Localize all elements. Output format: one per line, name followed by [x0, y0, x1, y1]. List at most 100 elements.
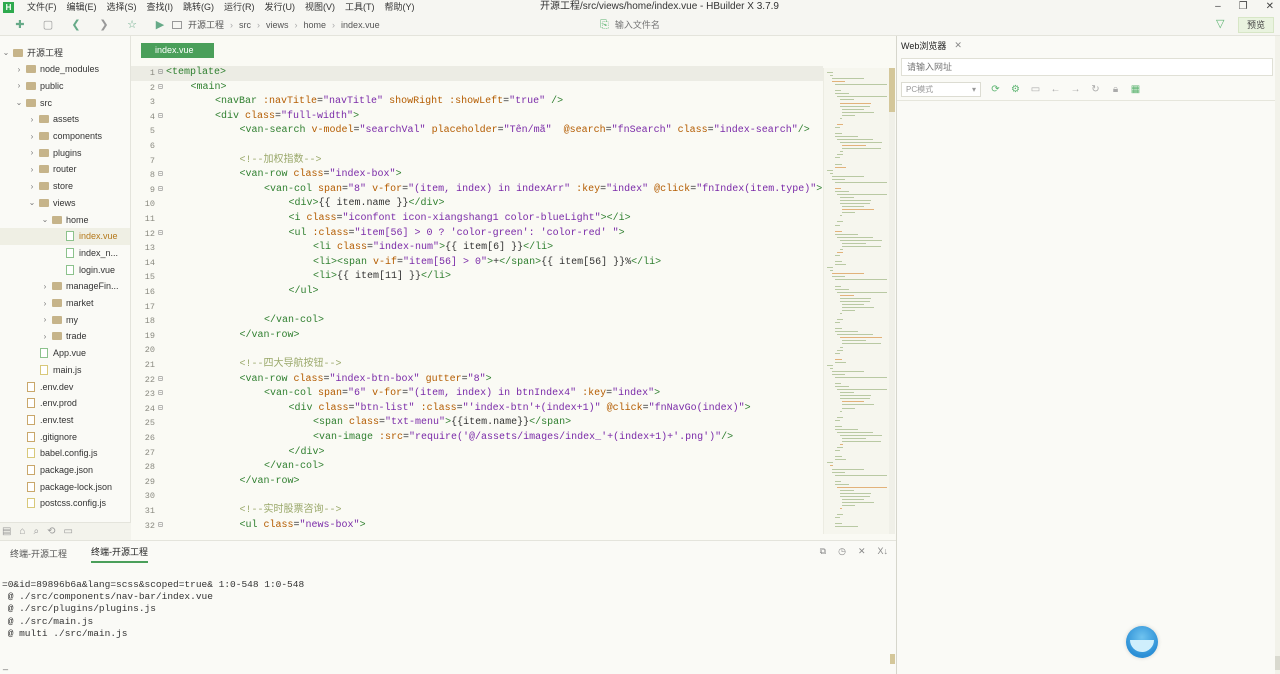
tree-item[interactable]: › trade [0, 328, 130, 345]
trash-icon[interactable]: ⌂ [19, 526, 25, 537]
menu-item[interactable]: 文件(F) [22, 1, 62, 13]
chevron-right-icon[interactable]: › [41, 315, 49, 324]
editor-scroll-thumb[interactable] [889, 68, 895, 112]
chevron-down-icon[interactable]: ⌄ [28, 198, 36, 207]
chevron-right-icon[interactable]: › [15, 81, 23, 90]
breadcrumb-item[interactable]: 开源工程 [188, 18, 224, 31]
code-line[interactable]: 6 [131, 139, 823, 154]
chevron-right-icon[interactable]: › [28, 148, 36, 157]
maximize-terminal-icon[interactable]: ⧉ [820, 546, 826, 557]
code-line[interactable]: 27 </div> [131, 446, 823, 461]
code-line[interactable]: 31 <!--实时股票咨询--> [131, 504, 823, 519]
tree-item[interactable]: ⌄ 开源工程 [0, 44, 130, 61]
search-icon[interactable]: ⌕ [34, 526, 40, 537]
forward-arrow-icon[interactable]: ❯ [96, 17, 112, 33]
code-line[interactable]: 16 </ul> [131, 285, 823, 300]
device-mode-select[interactable]: PC模式 ▾ [901, 81, 981, 97]
tree-item[interactable]: babel.config.js [0, 445, 130, 462]
run-icon[interactable]: ▶ [152, 17, 168, 33]
tree-item[interactable]: .gitignore [0, 428, 130, 445]
terminal-prompt[interactable]: _ [3, 660, 8, 670]
preview-button[interactable]: 预览 [1238, 17, 1275, 33]
tree-item[interactable]: .env.test [0, 411, 130, 428]
code-line[interactable]: 18 </van-col> [131, 314, 823, 329]
breadcrumb-item[interactable]: index.vue [341, 20, 380, 30]
code-line[interactable]: 17 [131, 300, 823, 315]
tree-item[interactable]: › market [0, 295, 130, 312]
chevron-right-icon[interactable]: › [28, 165, 36, 174]
menu-item[interactable]: 视图(V) [300, 1, 340, 13]
menu-item[interactable]: 工具(T) [340, 1, 380, 13]
lock-icon[interactable]: 🔒︎ [1110, 84, 1121, 95]
code-line[interactable]: 19 </van-row> [131, 329, 823, 344]
editor-tab-index-vue[interactable]: index.vue [141, 43, 214, 58]
tree-item[interactable]: › assets [0, 111, 130, 128]
code-line[interactable]: 23 ⊟ <van-col span="6" v-for="(item, index… [131, 387, 823, 402]
minimize-icon[interactable]: – [1215, 0, 1221, 13]
breadcrumb-item[interactable]: home [304, 20, 327, 30]
code-line[interactable]: 28 </van-col> [131, 460, 823, 475]
chevron-right-icon[interactable]: › [28, 182, 36, 191]
code-line[interactable]: 15 <li>{{ item[11] }}</li> [131, 270, 823, 285]
collapse-terminal-icon[interactable]: X↓ [877, 546, 888, 557]
code-line[interactable]: 4 ⊟ <div class="full-width"> [131, 110, 823, 125]
menu-item[interactable]: 运行(R) [219, 1, 260, 13]
back-icon[interactable]: ← [1050, 84, 1061, 95]
code-line[interactable]: 12 ⊟ <ul :class="item[56] > 0 ? 'color-gre… [131, 227, 823, 242]
terminal-output[interactable]: =0&id=89896b6a&lang=scss&scoped=true& 1:… [2, 579, 304, 640]
code-line[interactable]: 10 <div>{{ item.name }}</div> [131, 197, 823, 212]
tree-item[interactable]: ⌄ src [0, 94, 130, 111]
fold-toggle-icon[interactable]: ⊟ [158, 373, 163, 388]
bookmark-star-icon[interactable]: ☆ [124, 17, 140, 33]
right-edge-scroll-thumb[interactable] [1275, 656, 1280, 670]
tree-item[interactable]: package-lock.json [0, 478, 130, 495]
menu-item[interactable]: 选择(S) [102, 1, 142, 13]
code-area[interactable]: 1 ⊟ <template> 2 ⊟ <main> 3 <navBar :navTitle="… [131, 66, 823, 540]
refresh-page-icon[interactable]: ⟳ [990, 84, 1001, 95]
back-arrow-icon[interactable]: ❮ [68, 17, 84, 33]
code-line[interactable]: 32 ⊟ <ul class="news-box"> [131, 519, 823, 534]
code-line[interactable]: 9 ⊟ <van-col span="8" v-for="(item, index)… [131, 183, 823, 198]
tree-item[interactable]: ⌄ home [0, 211, 130, 228]
chevron-down-icon[interactable]: ⌄ [2, 48, 10, 57]
code-line[interactable]: 5 <van-search v-model="searchVal" placeho… [131, 124, 823, 139]
menu-item[interactable]: 发行(U) [260, 1, 301, 13]
chevron-right-icon[interactable]: › [28, 132, 36, 141]
fold-toggle-icon[interactable]: ⊟ [158, 66, 163, 81]
save-icon[interactable]: ▢ [40, 17, 56, 33]
chevron-right-icon[interactable]: › [28, 115, 36, 124]
fold-toggle-icon[interactable]: ⊟ [158, 183, 163, 198]
breadcrumb-item[interactable]: src [239, 20, 251, 30]
fold-toggle-icon[interactable]: ⊟ [158, 168, 163, 183]
fold-toggle-icon[interactable]: ⊟ [158, 387, 163, 402]
clear-terminal-icon[interactable]: ◷ [838, 546, 846, 557]
restore-icon[interactable]: ❐ [1239, 0, 1248, 13]
menu-item[interactable]: 查找(I) [142, 1, 179, 13]
code-line[interactable]: 2 ⊟ <main> [131, 81, 823, 96]
new-file-icon[interactable]: ✚ [12, 17, 28, 33]
tree-item[interactable]: package.json [0, 462, 130, 479]
file-search-input[interactable] [614, 20, 875, 30]
filter-icon[interactable]: ▽ [1216, 17, 1224, 30]
chevron-right-icon[interactable]: › [15, 65, 23, 74]
tree-item[interactable]: .env.dev [0, 378, 130, 395]
code-line[interactable]: 8 ⊟ <van-row class="index-box"> [131, 168, 823, 183]
breadcrumb-item[interactable]: views [266, 20, 289, 30]
fold-toggle-icon[interactable]: ⊟ [158, 227, 163, 242]
menu-item[interactable]: 跳转(G) [178, 1, 219, 13]
right-edge-scrollbar[interactable] [1275, 36, 1280, 674]
menu-item[interactable]: 帮助(Y) [380, 1, 420, 13]
chevron-down-icon[interactable]: ⌄ [15, 98, 23, 107]
fold-toggle-icon[interactable]: ⊟ [158, 81, 163, 96]
close-icon[interactable]: ✕ [954, 40, 962, 51]
code-line[interactable]: 22 ⊟ <van-row class="index-btn-box" gutter… [131, 373, 823, 388]
tree-item[interactable]: .env.prod [0, 395, 130, 412]
terminal-tab-active[interactable]: 终端-开源工程 [91, 545, 148, 563]
fold-toggle-icon[interactable]: ⊟ [158, 519, 163, 534]
code-line[interactable]: 14 <li><span v-if="item[56] > 0">+</span>… [131, 256, 823, 271]
tree-item[interactable]: › my [0, 311, 130, 328]
floating-assistant-ball[interactable] [1126, 626, 1158, 658]
tree-item[interactable]: index.vue [0, 227, 130, 245]
chevron-right-icon[interactable]: › [41, 299, 49, 308]
code-line[interactable]: 30 [131, 489, 823, 504]
